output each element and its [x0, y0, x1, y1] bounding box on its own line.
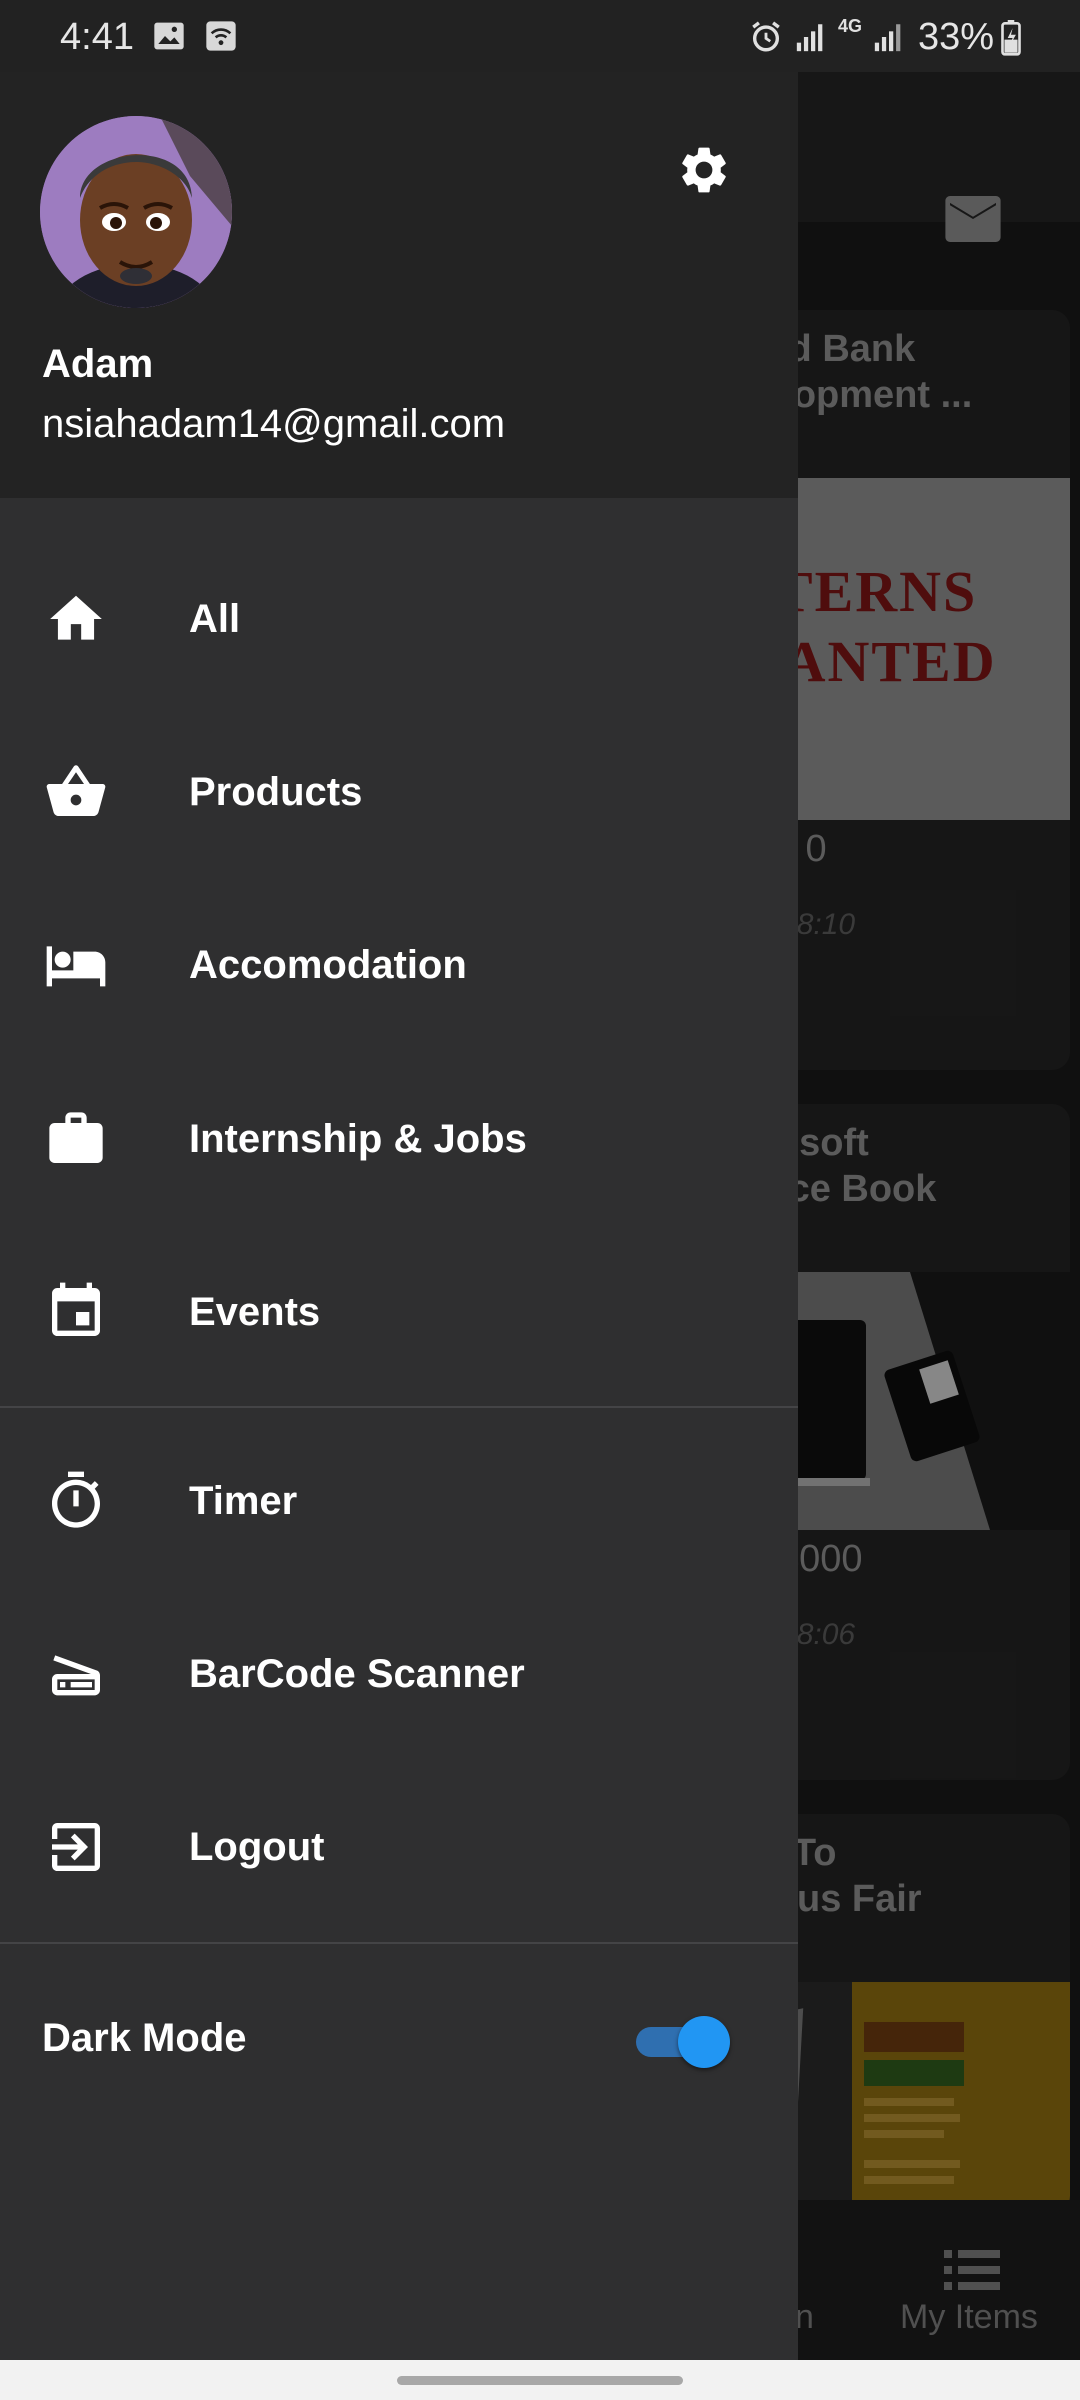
menu-label: Accomodation — [189, 942, 467, 987]
menu-label: Timer — [189, 1478, 298, 1523]
gear-icon — [682, 147, 726, 193]
menu-label: Products — [189, 769, 363, 814]
menu-label: Events — [189, 1289, 321, 1334]
signal-icon — [874, 24, 901, 52]
gesture-nav-bar — [0, 2360, 1080, 2400]
avatar[interactable] — [40, 116, 232, 308]
calendar-icon — [44, 1280, 108, 1344]
user-email: nsiahadam14@gmail.com — [42, 402, 506, 446]
dark-mode-label: Dark Mode — [42, 2016, 247, 2060]
menu-item-accomodation[interactable]: Accomodation — [0, 900, 798, 1030]
settings-button[interactable] — [672, 138, 736, 202]
status-time: 4:41 — [60, 16, 134, 58]
toggle-thumb — [678, 2016, 730, 2068]
menu-label: All — [189, 596, 241, 641]
divider — [0, 1406, 798, 1408]
navigation-drawer: Adam nsiahadam14@gmail.com All Products … — [0, 72, 798, 2360]
menu-item-barcode-scanner[interactable]: BarCode Scanner — [0, 1609, 798, 1739]
menu-item-products[interactable]: Products — [0, 727, 798, 857]
menu-item-timer[interactable]: Timer — [0, 1436, 798, 1566]
bed-icon — [44, 933, 108, 997]
avatar-picture — [40, 116, 232, 308]
timer-icon — [44, 1469, 108, 1533]
menu-label: Internship & Jobs — [189, 1116, 527, 1161]
home-gesture-handle[interactable] — [397, 2376, 683, 2385]
scanner-icon — [44, 1642, 108, 1706]
home-icon — [44, 587, 108, 651]
menu-item-internship-jobs[interactable]: Internship & Jobs — [0, 1074, 798, 1204]
status-bar: 4:41 4G 33% — [0, 0, 1080, 72]
wifi-icon — [206, 21, 236, 51]
menu-label: Logout — [189, 1824, 325, 1869]
battery-percent: 33% — [918, 16, 995, 58]
menu-item-all[interactable]: All — [0, 554, 798, 684]
drawer-header: Adam nsiahadam14@gmail.com — [0, 72, 798, 498]
menu-item-logout[interactable]: Logout — [0, 1782, 798, 1912]
menu-item-events[interactable]: Events — [0, 1247, 798, 1377]
briefcase-icon — [44, 1107, 108, 1171]
divider — [0, 1942, 798, 1944]
battery-charging-icon — [1001, 20, 1021, 56]
gallery-icon — [154, 22, 184, 50]
logout-icon — [44, 1815, 108, 1879]
basket-icon — [44, 760, 108, 824]
alarm-icon — [752, 21, 780, 52]
network-type: 4G — [838, 16, 863, 36]
dark-mode-toggle[interactable] — [634, 2014, 734, 2068]
signal-icon — [796, 24, 823, 52]
dark-mode-row: Dark Mode — [0, 1974, 798, 2104]
user-name: Adam — [42, 342, 154, 386]
menu-label: BarCode Scanner — [189, 1651, 525, 1696]
